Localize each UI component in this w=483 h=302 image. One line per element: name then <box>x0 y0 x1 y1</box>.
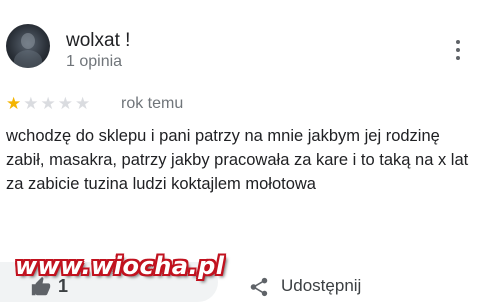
star-icon: ★ <box>75 94 91 113</box>
share-button[interactable]: Udostępnij <box>281 276 361 296</box>
star-icon: ★ <box>57 94 73 113</box>
avatar[interactable] <box>6 24 50 68</box>
star-rating: ★ ★ ★ ★ ★ <box>6 94 90 114</box>
star-icon: ★ <box>23 94 39 113</box>
star-icon: ★ <box>40 94 56 113</box>
avatar-body-shape <box>14 50 42 68</box>
review-date: rok temu <box>121 95 184 112</box>
star-icon: ★ <box>6 94 22 113</box>
watermark-logo: www.wiocha.pl <box>15 252 225 280</box>
more-vert-icon <box>456 40 460 44</box>
share-icon[interactable] <box>248 276 270 298</box>
review-text: wchodzę do sklepu i pani patrzy na mnie … <box>6 127 469 193</box>
author-review-count: 1 opinia <box>66 53 123 70</box>
more-options-button[interactable] <box>450 40 466 60</box>
author-name[interactable]: wolxat ! <box>66 30 130 52</box>
avatar-head-shape <box>21 33 35 49</box>
